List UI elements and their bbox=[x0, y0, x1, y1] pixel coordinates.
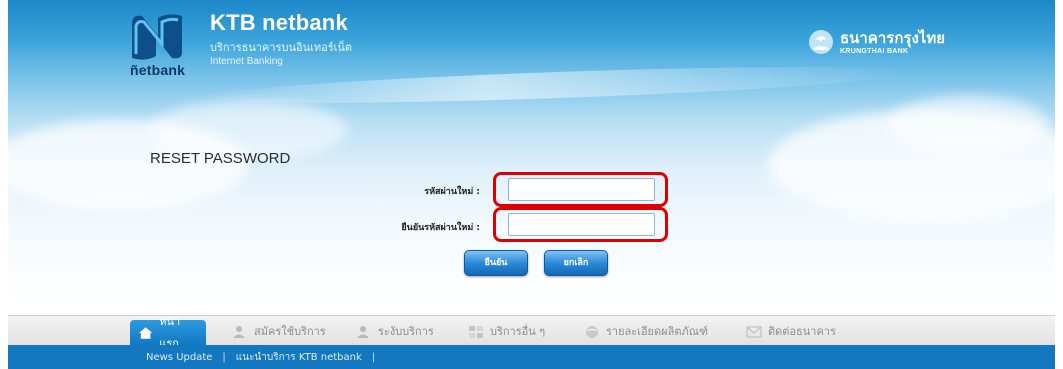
cancel-button[interactable]: ยกเลิก bbox=[544, 250, 608, 276]
krungthai-bank-logo[interactable]: ธนาคารกรุงไทย KRUNGTHAI BANK bbox=[806, 26, 976, 62]
netbank-logo-icon bbox=[132, 14, 182, 60]
grid-icon bbox=[469, 326, 483, 338]
user-icon bbox=[357, 326, 369, 338]
globe-icon bbox=[586, 326, 598, 338]
new-password-input[interactable] bbox=[508, 178, 655, 201]
main-nav: หน้าแรก สมัครใช้บริการ ระงับบริการ บริกา… bbox=[8, 315, 1055, 350]
tab-register[interactable]: สมัครใช้บริการ bbox=[224, 320, 334, 344]
brand-subtitle-en: Internet Banking bbox=[210, 56, 283, 67]
tab-label: ระงับบริการ bbox=[378, 325, 434, 338]
new-password-label: รหัสผ่านใหม่ : bbox=[424, 187, 480, 197]
logo-wordmark: ñetbank bbox=[130, 62, 186, 78]
tab-contact[interactable]: ติดต่อธนาคาร bbox=[738, 320, 844, 344]
mail-icon bbox=[746, 326, 762, 338]
tab-product-details[interactable]: รายละเอียดผลิตภัณฑ์ bbox=[576, 320, 716, 344]
tab-label: ติดต่อธนาคาร bbox=[768, 325, 836, 338]
bank-emblem-icon bbox=[809, 30, 833, 54]
tab-label: รายละเอียดผลิตภัณฑ์ bbox=[606, 325, 709, 338]
confirm-password-label: ยืนยันรหัสผ่านใหม่ : bbox=[401, 223, 480, 233]
tab-label: สมัครใช้บริการ bbox=[254, 325, 326, 338]
page: ñetbank KTB netbank บริการธนาคารบนอินเทอ… bbox=[0, 0, 1063, 369]
bank-name-thai: ธนาคารกรุงไทย bbox=[840, 29, 946, 47]
home-icon bbox=[138, 327, 153, 339]
tab-other-services[interactable]: บริการอื่น ๆ bbox=[460, 320, 553, 344]
tab-label: บริการอื่น ๆ bbox=[490, 325, 546, 338]
tab-home[interactable]: หน้าแรก bbox=[130, 315, 206, 350]
tab-suspend[interactable]: ระงับบริการ bbox=[348, 320, 442, 344]
ktb-netbank-intro-link[interactable]: แนะนำบริการ KTB netbank bbox=[236, 350, 362, 365]
brand-subtitle-thai: บริการธนาคารบนอินเทอร์เน็ต bbox=[210, 41, 353, 54]
news-update-link[interactable]: News Update bbox=[146, 352, 212, 363]
sub-nav-bar: News Update | แนะนำบริการ KTB netbank | bbox=[8, 345, 1055, 369]
netbank-logo[interactable]: ñetbank KTB netbank บริการธนาคารบนอินเทอ… bbox=[128, 10, 458, 78]
cloud-decoration bbox=[888, 95, 1048, 155]
bank-name-en: KRUNGTHAI BANK bbox=[840, 48, 909, 55]
brand-title: KTB netbank bbox=[210, 10, 348, 35]
separator: | bbox=[222, 351, 226, 363]
separator: | bbox=[371, 351, 376, 363]
user-icon bbox=[233, 326, 245, 338]
confirm-button[interactable]: ยืนยัน bbox=[464, 250, 528, 276]
page-title: RESET PASSWORD bbox=[150, 150, 291, 167]
confirm-password-input[interactable] bbox=[508, 213, 655, 236]
